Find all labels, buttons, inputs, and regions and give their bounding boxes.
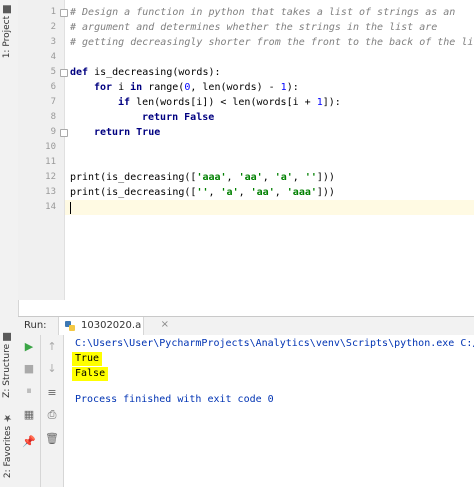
code-text: ,	[262, 172, 275, 183]
keyword: return	[142, 112, 179, 123]
line-number: 11	[45, 157, 56, 167]
code-text: is_decreasing(words):	[88, 67, 221, 78]
close-icon[interactable]: ×	[161, 319, 169, 330]
keyword: if	[118, 97, 131, 108]
string-literal: 'a'	[220, 187, 239, 198]
code-text: , len(words) -	[190, 82, 281, 93]
console-output-false: False	[72, 367, 109, 381]
line-number: 7	[50, 97, 56, 107]
star-icon: ★	[2, 412, 13, 423]
folder-icon	[3, 5, 11, 13]
line-number: 9	[50, 127, 56, 137]
line-number: 1	[50, 7, 56, 17]
structure-icon	[3, 333, 11, 341]
string-literal: 'aaa'	[196, 172, 227, 183]
code-line-8: return False	[142, 110, 214, 125]
code-line-9: return True	[94, 125, 160, 140]
string-literal: 'a'	[274, 172, 293, 183]
string-literal: ''	[304, 172, 317, 183]
code-text: range(	[142, 82, 185, 93]
python-file-icon	[65, 321, 75, 331]
fold-marker[interactable]	[60, 9, 68, 17]
console-output-true: True	[72, 352, 103, 366]
code-text: ]))	[316, 187, 335, 198]
down-arrow-icon[interactable]: ↓	[45, 362, 59, 376]
fold-marker[interactable]	[60, 129, 68, 137]
code-line-1: # Design a function in python that takes…	[70, 7, 456, 18]
keyword: in	[130, 82, 143, 93]
line-number: 6	[50, 82, 56, 92]
pause-icon[interactable]: ⏸	[22, 384, 36, 398]
code-line-2: # argument and determines whether the st…	[70, 22, 438, 33]
line-number: 10	[45, 142, 56, 152]
code-line-5: def is_decreasing(words):	[70, 65, 221, 80]
keyword: False	[184, 112, 215, 123]
code-line-12: print(is_decreasing(['aaa', 'aa', 'a', '…	[70, 170, 335, 185]
line-number: 14	[45, 202, 56, 212]
project-tool-tab[interactable]: 1: Project	[2, 2, 16, 58]
run-config-tab[interactable]: 10302020.a ×	[58, 317, 169, 335]
code-text: ,	[292, 172, 305, 183]
up-arrow-icon[interactable]: ↑	[45, 340, 59, 354]
code-text: ]))	[316, 172, 335, 183]
delete-icon[interactable]: 🗑	[45, 432, 59, 446]
code-text: ,	[238, 187, 251, 198]
code-line-3: # getting decreasingly shorter from the …	[70, 37, 474, 48]
line-number: 12	[45, 172, 56, 182]
favorites-tool-tab[interactable]: 2: Favorites ★	[2, 410, 16, 478]
keyword: def	[70, 67, 89, 78]
run-toolbar-secondary: ↑ ↓ ≡ ⎙ 🗑	[41, 335, 64, 487]
keyword: True	[136, 127, 161, 138]
keyword: return	[94, 127, 131, 138]
code-text: i	[112, 82, 131, 93]
code-text: print(is_decreasing([	[70, 172, 197, 183]
soft-wrap-icon[interactable]: ≡	[45, 386, 59, 400]
left-tool-window-bar: 1: Project Z: Structure 2: Favorites ★	[0, 0, 19, 487]
line-number: 2	[50, 22, 56, 32]
line-number: 8	[50, 112, 56, 122]
code-text: print(is_decreasing([	[70, 187, 197, 198]
pin-icon[interactable]: 📌	[22, 435, 36, 449]
fold-marker[interactable]	[60, 69, 68, 77]
string-literal: 'aa'	[238, 172, 263, 183]
code-text: ,	[226, 172, 239, 183]
line-number: 13	[45, 187, 56, 197]
string-literal: ''	[196, 187, 209, 198]
run-label: Run:	[24, 320, 47, 331]
code-line-7: if len(words[i]) < len(words[i + 1]):	[118, 95, 341, 110]
layout-icon[interactable]: ▦	[22, 408, 36, 422]
run-toolbar-primary: ▶ ■ ⏸ ▦ 📌	[18, 335, 41, 487]
structure-tab-label: Z: Structure	[2, 343, 12, 398]
line-number: 3	[50, 37, 56, 47]
current-line-highlight	[65, 200, 474, 215]
code-text: len(words[i]) < len(words[i +	[130, 97, 317, 108]
line-number: 4	[50, 52, 56, 62]
rerun-icon[interactable]: ▶	[22, 340, 36, 354]
favorites-tab-label: 2: Favorites	[3, 425, 13, 479]
stop-icon[interactable]: ■	[22, 362, 36, 376]
string-literal: 'aa'	[250, 187, 275, 198]
process-finished-message: Process finished with exit code 0	[75, 394, 274, 405]
structure-tool-tab[interactable]: Z: Structure	[2, 330, 16, 398]
code-text: ]):	[322, 97, 341, 108]
keyword: for	[94, 82, 113, 93]
line-number-gutter: 1 2 3 4 5 6 7 8 9 10 11 12 13 14	[18, 0, 65, 300]
code-text: ,	[274, 187, 287, 198]
text-caret	[70, 202, 71, 214]
print-icon[interactable]: ⎙	[45, 408, 59, 422]
code-editor[interactable]: 1 2 3 4 5 6 7 8 9 10 11 12 13 14 # Desig…	[18, 0, 474, 300]
string-literal: 'aaa'	[286, 187, 317, 198]
run-panel-header: Run: 10302020.a ×	[18, 316, 474, 336]
line-number: 5	[50, 67, 56, 77]
project-tab-label: 1: Project	[2, 15, 12, 59]
code-text: ):	[286, 82, 299, 93]
code-line-6: for i in range(0, len(words) - 1):	[94, 80, 299, 95]
code-line-13: print(is_decreasing(['', 'a', 'aa', 'aaa…	[70, 185, 335, 200]
run-tab-label: 10302020.a	[81, 320, 142, 331]
console-command-line: C:\Users\User\PycharmProjects\Analytics\…	[75, 338, 474, 349]
code-text: ,	[208, 187, 221, 198]
run-console-output[interactable]: C:\Users\User\PycharmProjects\Analytics\…	[64, 335, 474, 487]
